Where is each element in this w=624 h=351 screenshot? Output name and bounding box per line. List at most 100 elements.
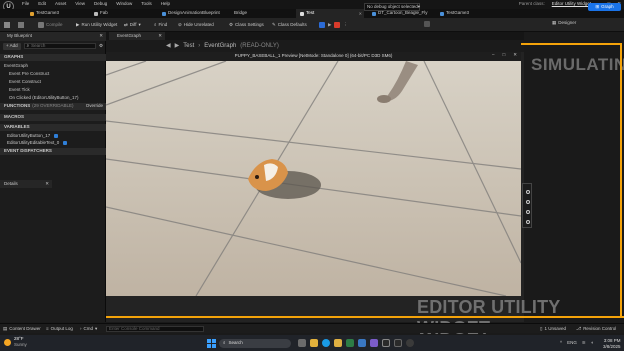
close-icon[interactable]: ✕ <box>513 52 517 58</box>
edge-icon[interactable] <box>322 339 330 347</box>
event-item[interactable]: Event Tick <box>9 87 30 93</box>
maximize-icon[interactable]: □ <box>503 52 506 58</box>
hide-unrelated-button[interactable]: ⊘ Hide Unrelated <box>178 21 214 29</box>
menu-file[interactable]: File <box>22 1 29 7</box>
file-explorer-icon[interactable] <box>334 339 342 347</box>
tab-testgame3[interactable]: TestGame3 <box>26 9 86 18</box>
widgets-icon[interactable] <box>310 339 318 347</box>
diff-button[interactable]: ⇄ Diff ▾ <box>124 21 141 29</box>
epic-launcher-icon[interactable] <box>394 339 402 347</box>
menu-edit[interactable]: Edit <box>38 1 46 7</box>
visual-studio-icon[interactable] <box>370 339 378 347</box>
menu-asset[interactable]: Asset <box>55 1 66 7</box>
eye-icon[interactable] <box>63 141 68 145</box>
graphs-section-header[interactable]: GRAPHS <box>0 54 106 61</box>
preview-title-bar[interactable]: PUPPY_BASEBALL_1 Preview [NetMode: Stand… <box>106 52 521 61</box>
task-view-icon[interactable] <box>298 339 306 347</box>
event-item[interactable]: Event Construct <box>9 79 41 85</box>
macros-section-header[interactable]: MACROS <box>0 114 106 121</box>
details-tab[interactable]: Details ✕ <box>0 180 52 188</box>
wifi-icon[interactable]: ≋ <box>582 340 586 346</box>
graph-item-eventgraph[interactable]: EventGraph <box>4 63 28 69</box>
event-item[interactable]: On Clicked (EditorUtilityButton_17) <box>9 95 79 101</box>
arrow-left-icon[interactable]: ◀ <box>166 43 171 49</box>
weather-widget[interactable]: 28°F Sunny <box>4 336 27 347</box>
find-button[interactable]: ⌕ Find <box>154 21 167 29</box>
my-blueprint-tab[interactable]: My Blueprint ✕ <box>0 32 106 41</box>
game-viewport[interactable] <box>106 61 521 296</box>
menu-help[interactable]: Help <box>161 1 170 7</box>
class-defaults-button[interactable]: ✎ Class Defaults <box>272 21 307 29</box>
blueprint-search-input[interactable]: ⌕ Search <box>23 43 96 50</box>
unreal-engine-icon[interactable] <box>382 339 390 347</box>
run-utility-widget-button[interactable]: ▶ Run Utility Widget <box>76 21 117 29</box>
close-icon[interactable]: ✕ <box>359 11 362 16</box>
pause-icon[interactable] <box>319 22 325 28</box>
menu-tools[interactable]: Tools <box>141 1 152 7</box>
blueprint-icon <box>162 11 166 16</box>
section-title: FUNCTIONS <box>4 103 31 109</box>
designer-button[interactable]: ▦ Designer <box>552 20 576 26</box>
language-indicator[interactable]: ENG <box>567 340 577 346</box>
breadcrumb-graph[interactable]: EventGraph <box>204 43 236 49</box>
graph-label: Graph <box>601 3 614 9</box>
add-button[interactable]: + Add <box>3 43 21 50</box>
unsaved-button[interactable]: ▯ 1 Unsaved <box>540 326 566 332</box>
windows-start-icon[interactable] <box>207 339 216 348</box>
event-item[interactable]: Event Pre Construct <box>9 71 49 77</box>
override-dropdown[interactable]: Override <box>86 104 103 109</box>
menu-window[interactable]: Window <box>116 1 132 7</box>
diff-label: Diff <box>129 21 137 27</box>
minimize-icon[interactable]: – <box>492 52 495 58</box>
variable-item[interactable]: EditorUtilityEditableText_0 <box>7 140 68 146</box>
save-button[interactable] <box>4 21 10 29</box>
tab-design-animation-blueprint[interactable]: DesignAnimationBlueprint <box>158 9 222 18</box>
functions-section-header[interactable]: FUNCTIONS (29 OVERRIDABLE) Override <box>0 103 106 110</box>
step-icon[interactable]: ▶ <box>328 22 331 28</box>
debug-filter-button[interactable] <box>424 21 430 27</box>
tab-label: DesignAnimationBlueprint <box>168 10 220 16</box>
tab-bridge[interactable]: Bridge <box>230 9 290 18</box>
folder-icon <box>18 22 24 28</box>
speaker-icon[interactable]: ◖ <box>591 340 594 346</box>
menu-debug[interactable]: Debug <box>94 1 107 7</box>
tab-testgame3-2[interactable]: TestGame3 <box>436 9 498 18</box>
menu-view[interactable]: View <box>75 1 85 7</box>
stop-icon[interactable] <box>334 22 341 28</box>
more-icon[interactable]: ⋮ <box>343 22 348 28</box>
gear-icon[interactable]: ⚙ <box>99 43 103 49</box>
compile-button[interactable]: Compile <box>38 21 63 29</box>
mail-icon[interactable] <box>358 339 366 347</box>
class-defaults-label: Class Defaults <box>277 21 307 27</box>
variable-item[interactable]: EditorUtilityButton_17 <box>7 133 59 139</box>
tab-fab[interactable]: Fab <box>90 9 150 18</box>
output-log-button[interactable]: ≡ Output Log <box>46 326 73 332</box>
clock[interactable]: 3:08 PM 3/8/2025 <box>603 338 621 349</box>
content-drawer-button[interactable]: ▤ Content Drawer <box>3 326 41 332</box>
breadcrumb-root[interactable]: Test <box>183 43 194 49</box>
tab-test[interactable]: Test ✕ <box>296 9 364 18</box>
parent-class-link[interactable]: Editor Utility Widget <box>552 1 591 7</box>
browse-button[interactable] <box>18 21 24 29</box>
revision-control-button[interactable]: ⎇ Revision Control <box>576 326 616 332</box>
taskbar-search-input[interactable]: ⌕ Search <box>219 339 291 348</box>
close-icon[interactable]: ✕ <box>99 34 103 39</box>
debug-object-select[interactable]: No debug object selected ▾ <box>364 3 420 11</box>
arrow-right-icon[interactable]: ▶ <box>175 43 180 49</box>
app-icon[interactable] <box>406 339 414 347</box>
variables-section-header[interactable]: VARIABLES <box>0 124 106 131</box>
console-command-input[interactable]: Enter Console Command <box>106 326 204 332</box>
close-icon[interactable]: ✕ <box>158 33 162 39</box>
tab-eventgraph[interactable]: EventGraph ✕ <box>109 32 165 40</box>
graph-tab-bar <box>106 32 524 40</box>
store-icon[interactable] <box>346 339 354 347</box>
eye-icon[interactable] <box>54 134 59 138</box>
graph-button[interactable]: ⊞ Graph <box>588 3 621 11</box>
event-dispatchers-section-header[interactable]: EVENT DISPATCHERS <box>0 148 106 155</box>
class-settings-button[interactable]: ⚙ Class Settings <box>229 21 264 29</box>
cmd-dropdown[interactable]: › Cmd ▾ <box>80 326 97 332</box>
console-placeholder: Enter Console Command <box>109 325 160 331</box>
game-preview-window[interactable]: PUPPY_BASEBALL_1 Preview [NetMode: Stand… <box>106 52 521 296</box>
close-icon[interactable]: ✕ <box>45 181 49 187</box>
chevron-up-icon[interactable]: ^ <box>560 340 562 346</box>
